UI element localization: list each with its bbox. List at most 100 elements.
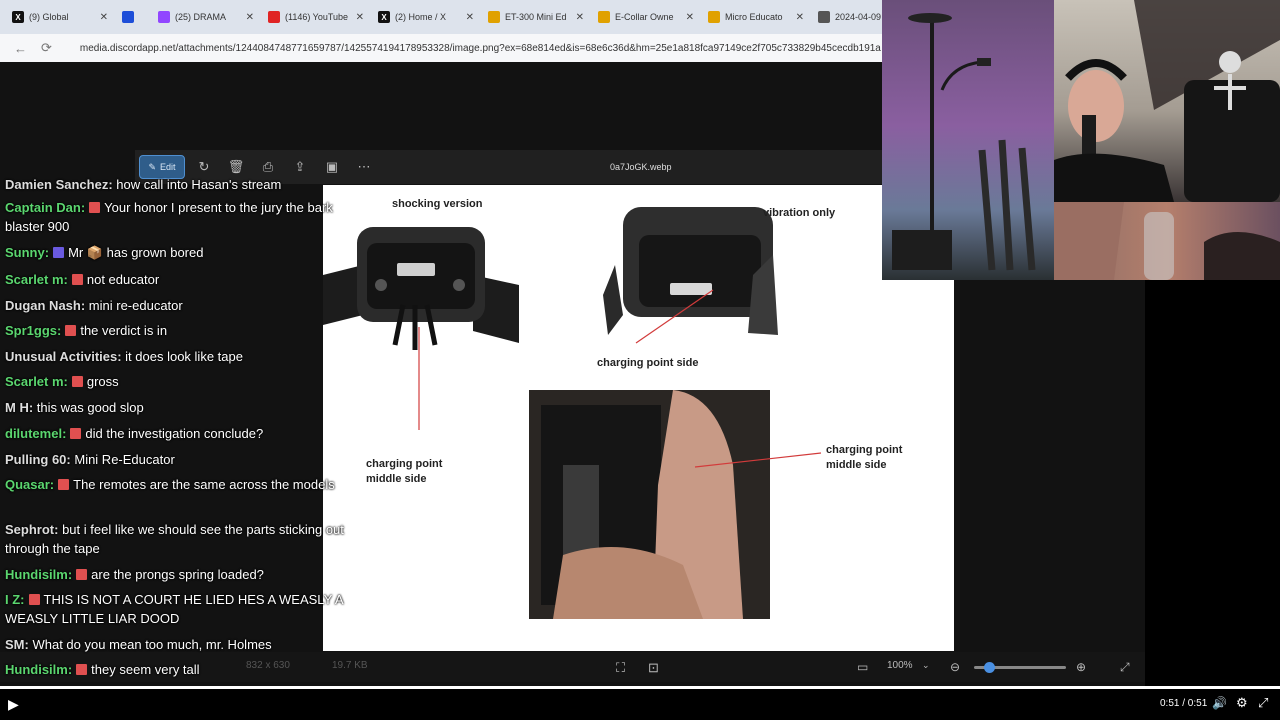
browser-tab[interactable] — [116, 4, 150, 30]
site-icon — [598, 11, 610, 23]
browser-tab-bar: X (9) Global ✕ (25) DRAMA ✕ (1146) YouTube ✕ X (… — [0, 0, 882, 34]
aspect-icon[interactable]: ▭ — [857, 660, 868, 674]
tab-label: E-Collar Owne — [615, 12, 674, 22]
actual-size-icon[interactable]: ⊡ — [648, 660, 659, 676]
chat-text: The remotes are the same across the mode… — [73, 477, 335, 492]
chat-username: Unusual Activities: — [5, 349, 122, 364]
tab-label: (2) Home / X — [395, 12, 447, 22]
browser-tab[interactable]: Micro Educato ✕ — [702, 4, 810, 30]
browser-tab[interactable]: (1146) YouTube ✕ — [262, 4, 370, 30]
x-icon: X — [12, 11, 24, 23]
badge-icon — [53, 247, 65, 258]
chat-message: Hundisilm: are the prongs spring loaded? — [5, 565, 355, 584]
chat-username: Damien Sanchez: — [5, 177, 113, 192]
chat-message: Hundisilm: they seem very tall — [5, 660, 355, 679]
webcam-room — [882, 0, 1054, 280]
webcam-streamer — [1054, 0, 1280, 202]
close-icon[interactable]: ✕ — [466, 12, 474, 23]
browser-tab[interactable]: (25) DRAMA ✕ — [152, 4, 260, 30]
zoom-level[interactable]: 100% — [887, 660, 913, 671]
browser-tab[interactable]: E-Collar Owne ✕ — [592, 4, 700, 30]
video-controls: ▶ 0:51 / 0:51 🔊 ⚙ ⤢ — [0, 689, 1280, 720]
chat-username: Dugan Nash: — [5, 298, 86, 313]
close-icon[interactable]: ✕ — [100, 12, 108, 23]
browser-tab[interactable]: ET-300 Mini Ed ✕ — [482, 4, 590, 30]
fullscreen-video-icon[interactable]: ⤢ — [1258, 695, 1268, 711]
settings-icon[interactable]: ⚙ — [1236, 695, 1248, 711]
chat-text: this was good slop — [36, 400, 144, 415]
browser-tab[interactable]: X (2) Home / X ✕ — [372, 4, 480, 30]
edit-icon: ✎ — [148, 161, 157, 172]
zoom-out-icon[interactable]: ⊖ — [950, 660, 960, 674]
play-icon[interactable]: ▶ — [8, 696, 19, 713]
chat-text: are the prongs spring loaded? — [91, 567, 264, 582]
chat-message: Scarlet m: gross — [5, 372, 355, 391]
tab-label: 2024-04-09 E — [835, 12, 882, 22]
chat-message: Sephrot: but i feel like we should see t… — [5, 520, 355, 558]
chat-text: What do you mean too much, mr. Holmes — [32, 637, 272, 652]
tab-label: Micro Educato — [725, 12, 783, 22]
close-icon[interactable]: ✕ — [246, 12, 254, 23]
tab-label: (1146) YouTube — [285, 12, 349, 22]
chat-text: Mini Re-Educator — [74, 452, 175, 467]
zoom-dropdown-icon[interactable]: ⌄ — [922, 660, 930, 671]
x-icon: X — [378, 11, 390, 23]
globe-icon — [818, 11, 830, 23]
edit-label: Edit — [160, 162, 176, 172]
back-icon[interactable]: ← — [14, 41, 27, 56]
badge-icon — [71, 376, 83, 387]
volume-icon[interactable]: 🔊 — [1212, 696, 1227, 710]
chat-message: Sunny: Mr 📦 has grown bored — [5, 243, 355, 262]
chat-username: M H: — [5, 400, 34, 415]
chat-username: dilutemel: — [5, 426, 67, 441]
close-icon[interactable]: ✕ — [686, 12, 694, 23]
chat-username: Scarlet m: — [5, 272, 68, 287]
reload-icon[interactable]: ⟳ — [41, 40, 52, 56]
tab-label: ET-300 Mini Ed — [505, 12, 567, 22]
chat-username: Quasar: — [5, 477, 55, 492]
twitch-icon — [158, 11, 170, 23]
zoom-slider-thumb[interactable] — [984, 662, 995, 673]
badge-icon — [76, 569, 88, 580]
chat-message: SM: What do you mean too much, mr. Holme… — [5, 635, 355, 654]
chat-message: Damien Sanchez: how call into Hasan's st… — [5, 175, 355, 194]
badge-icon — [65, 325, 77, 336]
label-charging-side: charging point side — [597, 357, 699, 369]
youtube-icon — [268, 11, 280, 23]
tab-label: (25) DRAMA — [175, 12, 227, 22]
chat-username: SM: — [5, 637, 29, 652]
chat-text: it does look like tape — [125, 349, 243, 364]
chat-message: Captain Dan: Your honor I present to the … — [5, 198, 355, 236]
chat-text: gross — [86, 374, 119, 389]
chat-username: Hundisilm: — [5, 567, 73, 582]
room-scene — [892, 13, 1036, 271]
file-name: 0a7JoGK.webp — [610, 162, 672, 172]
chat-username: Pulling 60: — [5, 452, 71, 467]
label-vibration: vibration only — [763, 207, 836, 219]
close-icon[interactable]: ✕ — [576, 12, 584, 23]
site-icon — [708, 11, 720, 23]
label-charging-middle-left: charging point middle side — [366, 458, 443, 485]
address-bar: ← ⟳ media.discordapp.net/attachments/124… — [0, 34, 882, 62]
zoom-slider[interactable] — [974, 662, 1066, 673]
close-icon[interactable]: ✕ — [796, 12, 804, 23]
square-icon — [122, 11, 134, 23]
zoom-in-icon[interactable]: ⊕ — [1076, 660, 1086, 674]
browser-tab[interactable]: X (9) Global ✕ — [6, 4, 114, 30]
close-icon[interactable]: ✕ — [356, 12, 364, 23]
chat-message: Dugan Nash: mini re-educator — [5, 296, 355, 315]
url-text[interactable]: media.discordapp.net/attachments/1244084… — [80, 43, 882, 54]
chat-text: THIS IS NOT A COURT HE LIED HES A WEASLY… — [5, 592, 343, 626]
chat-text: they seem very tall — [91, 662, 200, 677]
fit-icon[interactable]: ⛶ — [616, 660, 625, 676]
chat-text: how call into Hasan's stream — [116, 177, 282, 192]
browser-tab[interactable]: 2024-04-09 E✕ — [812, 4, 882, 30]
chat-text: the verdict is in — [80, 323, 168, 338]
chat-message: Pulling 60: Mini Re-Educator — [5, 450, 355, 469]
badge-icon — [76, 664, 88, 675]
fullscreen-icon[interactable]: ⤢ — [1120, 660, 1130, 675]
chat-username: Sephrot: — [5, 522, 59, 537]
badge-icon — [89, 202, 101, 213]
chat-message: I Z: THIS IS NOT A COURT HE LIED HES A WE… — [5, 590, 355, 628]
chat-text: did the investigation conclude? — [85, 426, 264, 441]
